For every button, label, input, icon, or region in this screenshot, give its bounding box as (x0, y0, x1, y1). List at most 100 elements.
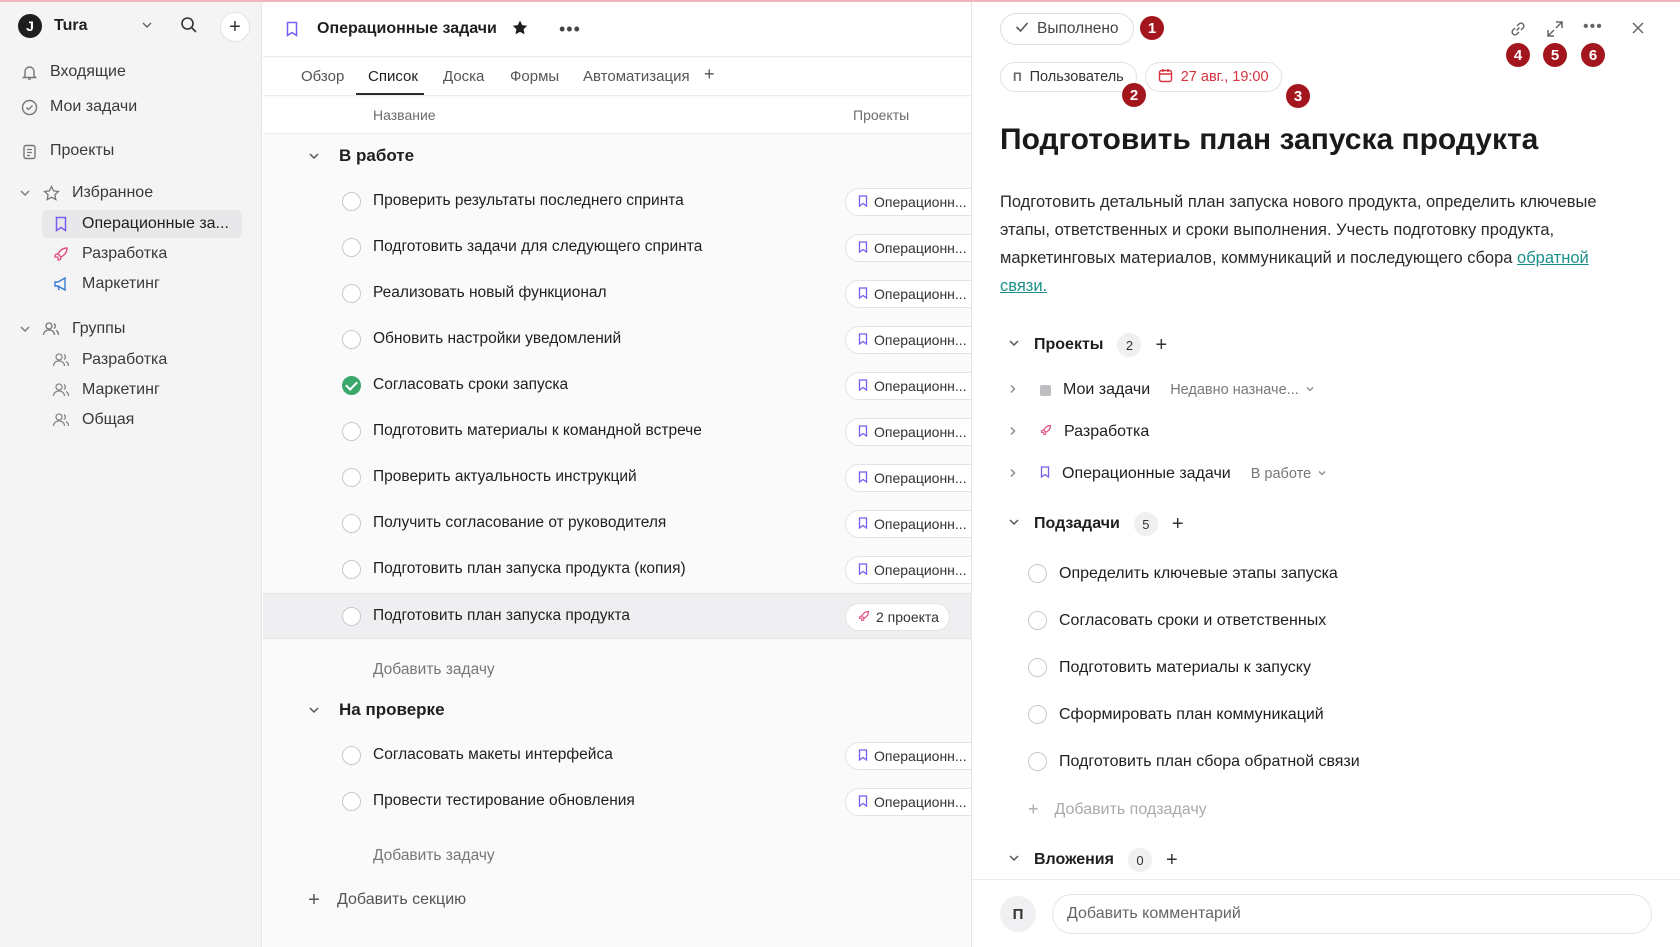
subtask-title[interactable]: Определить ключевые этапы запуска (1059, 565, 1338, 583)
attachments-section-header[interactable]: Вложения 0 + (1008, 848, 1178, 872)
close-icon[interactable] (1630, 20, 1646, 40)
task-title[interactable]: Провести тестирование обновления (373, 792, 635, 810)
table-row[interactable]: Обновить настройки уведомлений Операцион… (263, 317, 985, 363)
add-project-button[interactable]: + (1155, 334, 1167, 357)
comment-input[interactable] (1052, 894, 1652, 934)
subtask-item[interactable]: Сформировать план коммуникаций (1028, 705, 1324, 724)
subtask-item[interactable]: Определить ключевые этапы запуска (1028, 564, 1338, 583)
list-item[interactable]: Разработка (1008, 423, 1149, 441)
task-checkbox[interactable] (342, 192, 361, 211)
tab-board[interactable]: Доска (443, 68, 484, 85)
projects-section-header[interactable]: Проекты 2 + (1008, 333, 1167, 357)
table-row[interactable]: Согласовать сроки запуска Операционн... (263, 363, 985, 409)
task-checkbox[interactable] (342, 238, 361, 257)
subtask-item[interactable]: Подготовить материалы к запуску (1028, 658, 1311, 677)
task-checkbox[interactable] (342, 607, 361, 626)
section-in-progress[interactable]: В работе (305, 146, 414, 166)
table-row[interactable]: Проверить актуальность инструкций Операц… (263, 455, 985, 501)
subtask-checkbox[interactable] (1028, 564, 1047, 583)
table-row[interactable]: Согласовать макеты интерфейса Операционн… (263, 733, 985, 779)
table-row[interactable]: Подготовить задачи для следующего спринт… (263, 225, 985, 271)
add-tab-icon[interactable]: + (704, 64, 715, 85)
add-subtask-button[interactable]: + Добавить подзадачу (1028, 799, 1207, 820)
project-chip[interactable]: Операционн... (845, 742, 985, 770)
subtask-checkbox[interactable] (1028, 611, 1047, 630)
section-in-review[interactable]: На проверке (305, 700, 445, 720)
tab-forms[interactable]: Формы (510, 68, 559, 85)
task-title[interactable]: Согласовать макеты интерфейса (373, 746, 613, 764)
project-chip[interactable]: Операционн... (845, 788, 985, 816)
add-section-button[interactable]: + Добавить секцию (305, 889, 466, 911)
chevron-down-icon[interactable] (140, 18, 154, 36)
column-header-name[interactable]: Название (373, 107, 436, 123)
project-chip[interactable]: Операционн... (845, 326, 985, 354)
subtask-checkbox[interactable] (1028, 752, 1047, 771)
task-checkbox[interactable] (342, 746, 361, 765)
task-checkbox[interactable] (342, 422, 361, 441)
more-options-icon[interactable]: ••• (1583, 18, 1603, 36)
link-icon[interactable] (1509, 20, 1527, 42)
subtask-title[interactable]: Согласовать сроки и ответственных (1059, 612, 1326, 630)
expand-icon[interactable] (1546, 20, 1564, 42)
sidebar-item-my-tasks[interactable]: Мои задачи (20, 98, 137, 116)
column-header-projects[interactable]: Проекты (853, 107, 909, 123)
project-chip[interactable]: 2 проекта (845, 603, 950, 631)
subtask-checkbox[interactable] (1028, 658, 1047, 677)
add-subtask-plus-button[interactable]: + (1172, 513, 1184, 536)
section-select[interactable]: Недавно назначе... (1170, 382, 1315, 398)
groups-header[interactable]: Группы (16, 320, 125, 338)
assignee-chip[interactable]: П Пользователь (1000, 62, 1137, 92)
section-select[interactable]: В работе (1251, 466, 1327, 482)
task-description[interactable]: Подготовить детальный план запуска новог… (1000, 188, 1640, 300)
due-date-chip[interactable]: 27 авг., 19:00 (1144, 62, 1282, 92)
sidebar-item-projects[interactable]: Проекты (20, 142, 114, 160)
project-chip[interactable]: Операционн... (845, 188, 985, 216)
subtask-title[interactable]: Подготовить материалы к запуску (1059, 659, 1311, 677)
mark-complete-button[interactable]: Выполнено (1000, 13, 1134, 45)
task-checkbox[interactable] (342, 514, 361, 533)
task-checkbox-checked[interactable] (342, 376, 361, 395)
sidebar-item-favorite-marketing[interactable]: Маркетинг (42, 270, 242, 298)
sidebar-item-group-marketing[interactable]: Маркетинг (42, 376, 242, 404)
favorites-header[interactable]: Избранное (16, 184, 153, 202)
sidebar-item-inbox[interactable]: Входящие (20, 63, 126, 81)
task-title[interactable]: Подготовить план запуска продукта (373, 607, 630, 625)
task-checkbox[interactable] (342, 560, 361, 579)
task-title[interactable]: Обновить настройки уведомлений (373, 330, 621, 348)
task-title[interactable]: Подготовить материалы к командной встреч… (373, 422, 702, 440)
task-checkbox[interactable] (342, 792, 361, 811)
create-button[interactable]: + (220, 12, 250, 42)
subtasks-section-header[interactable]: Подзадачи 5 + (1008, 512, 1184, 536)
tab-list[interactable]: Список (368, 68, 418, 85)
list-item[interactable]: Операционные задачи В работе (1008, 465, 1327, 483)
table-row[interactable]: Подготовить материалы к командной встреч… (263, 409, 985, 455)
add-attachment-button[interactable]: + (1166, 849, 1178, 872)
task-checkbox[interactable] (342, 468, 361, 487)
table-row[interactable]: Проверить результаты последнего спринта … (263, 179, 985, 225)
table-row[interactable]: Подготовить план запуска продукта (копия… (263, 547, 985, 593)
table-row-selected[interactable]: Подготовить план запуска продукта 2 прое… (263, 593, 971, 639)
more-options-icon[interactable]: ••• (559, 19, 581, 40)
task-title[interactable]: Реализовать новый функционал (373, 284, 607, 302)
project-chip[interactable]: Операционн... (845, 510, 985, 538)
add-task-button[interactable]: Добавить задачу (373, 847, 495, 865)
subtask-title[interactable]: Сформировать план коммуникаций (1059, 706, 1324, 724)
tab-overview[interactable]: Обзор (301, 68, 344, 85)
task-title[interactable]: Проверить результаты последнего спринта (373, 192, 684, 210)
task-checkbox[interactable] (342, 330, 361, 349)
table-row[interactable]: Провести тестирование обновления Операци… (263, 779, 985, 825)
subtask-checkbox[interactable] (1028, 705, 1047, 724)
list-item[interactable]: Мои задачи Недавно назначе... (1008, 381, 1315, 399)
task-title[interactable]: Проверить актуальность инструкций (373, 468, 637, 486)
task-title[interactable]: Подготовить задачи для следующего спринт… (373, 238, 702, 256)
project-chip[interactable]: Операционн... (845, 280, 985, 308)
project-chip[interactable]: Операционн... (845, 372, 985, 400)
project-chip[interactable]: Операционн... (845, 234, 985, 262)
project-chip[interactable]: Операционн... (845, 464, 985, 492)
project-chip[interactable]: Операционн... (845, 418, 985, 446)
table-row[interactable]: Реализовать новый функционал Операционн.… (263, 271, 985, 317)
task-checkbox[interactable] (342, 284, 361, 303)
star-icon[interactable] (511, 19, 529, 41)
subtask-item[interactable]: Согласовать сроки и ответственных (1028, 611, 1326, 630)
sidebar-item-favorite-development[interactable]: Разработка (42, 240, 242, 268)
